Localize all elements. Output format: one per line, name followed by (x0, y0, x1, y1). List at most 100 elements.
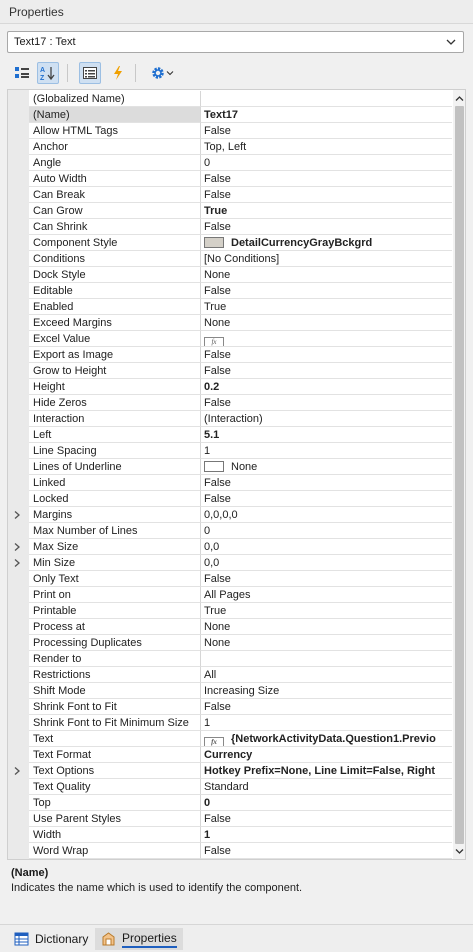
property-row[interactable]: Angle 0 (8, 155, 452, 171)
property-value[interactable]: fx {NetworkActivityData.Question1.Previo (200, 731, 452, 747)
property-row[interactable]: Top 0 (8, 795, 452, 811)
property-row[interactable]: Hide Zeros False (8, 395, 452, 411)
vertical-scrollbar[interactable] (453, 90, 465, 859)
property-value[interactable]: Hotkey Prefix=None, Line Limit=False, Ri… (200, 763, 452, 779)
property-value[interactable]: 0.2 (200, 379, 452, 395)
property-value[interactable]: Text17 (200, 107, 452, 123)
property-row[interactable]: Dock Style None (8, 267, 452, 283)
property-row[interactable]: Text Format Currency (8, 747, 452, 763)
property-row[interactable]: Render to (8, 651, 452, 667)
property-value[interactable] (200, 651, 452, 667)
property-value[interactable] (200, 91, 452, 107)
component-selector[interactable]: Text17 : Text (7, 31, 464, 53)
chevron-right-icon[interactable] (12, 558, 22, 568)
scrollbar-thumb[interactable] (455, 106, 464, 844)
property-row[interactable]: Export as Image False (8, 347, 452, 363)
property-value[interactable]: 0,0,0,0 (200, 507, 452, 523)
scroll-up-button[interactable] (454, 92, 465, 104)
chevron-right-icon[interactable] (12, 510, 22, 520)
property-row[interactable]: Locked False (8, 491, 452, 507)
tab-dictionary[interactable]: Dictionary (8, 928, 94, 950)
chevron-right-icon[interactable] (12, 766, 22, 776)
property-value[interactable]: False (200, 843, 452, 859)
property-value[interactable]: False (200, 171, 452, 187)
property-row[interactable]: Component Style DetailCurrencyGrayBckgrd (8, 235, 452, 251)
property-value[interactable]: False (200, 699, 452, 715)
expression-icon[interactable]: fx (204, 737, 224, 746)
property-row[interactable]: Only Text False (8, 571, 452, 587)
property-value[interactable]: 1 (200, 715, 452, 731)
property-row[interactable]: Max Number of Lines 0 (8, 523, 452, 539)
property-value[interactable]: None (200, 619, 452, 635)
settings-dropdown-button[interactable] (146, 62, 178, 84)
property-value[interactable]: 0 (200, 795, 452, 811)
property-value[interactable]: 0 (200, 523, 452, 539)
property-row[interactable]: Text fx {NetworkActivityData.Question1.Pre… (8, 731, 452, 747)
property-value[interactable]: (Interaction) (200, 411, 452, 427)
property-row[interactable]: Left 5.1 (8, 427, 452, 443)
property-value[interactable]: False (200, 395, 452, 411)
property-value[interactable]: 0 (200, 155, 452, 171)
property-row[interactable]: Min Size 0,0 (8, 555, 452, 571)
property-value[interactable]: False (200, 363, 452, 379)
categorized-view-button[interactable] (11, 62, 33, 84)
property-value[interactable]: 1 (200, 443, 452, 459)
alphabetical-view-button[interactable]: A Z (37, 62, 59, 84)
scroll-down-button[interactable] (454, 845, 465, 857)
property-value[interactable]: False (200, 811, 452, 827)
property-row[interactable]: Width 1 (8, 827, 452, 843)
property-row[interactable]: Print on All Pages (8, 587, 452, 603)
property-row[interactable]: Editable False (8, 283, 452, 299)
property-row[interactable]: Line Spacing 1 (8, 443, 452, 459)
property-row[interactable]: Allow HTML Tags False (8, 123, 452, 139)
property-value[interactable]: False (200, 219, 452, 235)
expression-icon[interactable]: fx (204, 337, 224, 346)
property-row[interactable]: Lines of Underline None (8, 459, 452, 475)
property-row[interactable]: Anchor Top, Left (8, 139, 452, 155)
property-value[interactable]: All (200, 667, 452, 683)
property-row[interactable]: Linked False (8, 475, 452, 491)
property-value[interactable]: None (200, 635, 452, 651)
property-row[interactable]: Restrictions All (8, 667, 452, 683)
property-row[interactable]: Enabled True (8, 299, 452, 315)
property-row[interactable]: Processing Duplicates None (8, 635, 452, 651)
chevron-right-icon[interactable] (12, 542, 22, 552)
property-row[interactable]: Text Options Hotkey Prefix=None, Line Lim… (8, 763, 452, 779)
property-row[interactable]: Text Quality Standard (8, 779, 452, 795)
property-row[interactable]: Word Wrap False (8, 843, 452, 859)
events-button[interactable] (107, 62, 129, 84)
property-row[interactable]: Can Shrink False (8, 219, 452, 235)
property-value[interactable]: None (200, 315, 452, 331)
property-row[interactable]: Use Parent Styles False (8, 811, 452, 827)
property-row[interactable]: Auto Width False (8, 171, 452, 187)
property-value[interactable]: 1 (200, 827, 452, 843)
property-row[interactable]: Shift Mode Increasing Size (8, 683, 452, 699)
property-value[interactable]: True (200, 203, 452, 219)
property-value[interactable]: DetailCurrencyGrayBckgrd (200, 235, 452, 251)
property-row[interactable]: Excel Value fx (8, 331, 452, 347)
property-value[interactable]: False (200, 123, 452, 139)
property-row[interactable]: Grow to Height False (8, 363, 452, 379)
property-value[interactable]: False (200, 347, 452, 363)
property-value[interactable]: 5.1 (200, 427, 452, 443)
property-pages-button[interactable] (79, 62, 101, 84)
property-value[interactable]: False (200, 283, 452, 299)
property-value[interactable]: False (200, 187, 452, 203)
property-row[interactable]: Printable True (8, 603, 452, 619)
property-row[interactable]: Shrink Font to Fit False (8, 699, 452, 715)
property-value[interactable]: All Pages (200, 587, 452, 603)
property-value[interactable]: None (200, 459, 452, 475)
property-value[interactable]: True (200, 603, 452, 619)
property-row[interactable]: Interaction (Interaction) (8, 411, 452, 427)
property-value[interactable]: True (200, 299, 452, 315)
tab-properties[interactable]: Properties (95, 928, 183, 950)
property-value[interactable]: Currency (200, 747, 452, 763)
property-value[interactable]: None (200, 267, 452, 283)
property-value[interactable]: Top, Left (200, 139, 452, 155)
property-row[interactable]: Margins 0,0,0,0 (8, 507, 452, 523)
property-value[interactable]: False (200, 571, 452, 587)
property-row[interactable]: Max Size 0,0 (8, 539, 452, 555)
property-value[interactable]: fx (200, 331, 452, 347)
property-value[interactable]: 0,0 (200, 555, 452, 571)
property-value[interactable]: Standard (200, 779, 452, 795)
